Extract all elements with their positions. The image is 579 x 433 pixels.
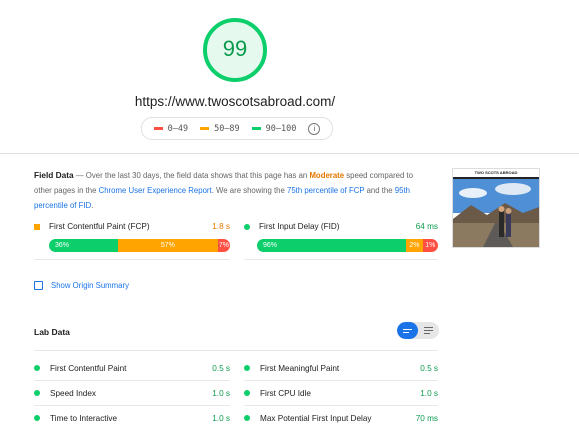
fcp-average-segment: 57% bbox=[118, 239, 218, 252]
lab-metric-value: 1.0 s bbox=[420, 388, 438, 398]
thumbnail-photo bbox=[453, 179, 539, 247]
origin-summary-label: Show Origin Summary bbox=[51, 281, 129, 290]
fid-good-segment: 96% bbox=[257, 239, 406, 252]
field-text-1: — Over the last 30 days, the field data … bbox=[73, 171, 310, 180]
legend-good: 90–100 bbox=[251, 124, 296, 134]
good-circle-icon bbox=[34, 365, 40, 371]
lab-metric-fmp: First Meaningful Paint 0.5 s bbox=[244, 356, 438, 380]
lab-metric-max-fid: Max Potential First Input Delay 70 ms bbox=[244, 406, 438, 430]
good-circle-icon bbox=[244, 415, 250, 421]
fcp-poor-segment: 7% bbox=[217, 239, 230, 252]
checkbox-icon[interactable] bbox=[34, 281, 43, 290]
fid-metric-row: First Input Delay (FID) 64 ms bbox=[244, 222, 438, 231]
field-text-5: . bbox=[91, 201, 94, 210]
average-square-icon bbox=[34, 223, 40, 230]
good-circle-icon bbox=[244, 365, 250, 371]
fcp-row-divider bbox=[34, 259, 230, 260]
fid-row-divider bbox=[244, 259, 438, 260]
good-circle-icon bbox=[34, 415, 40, 421]
lab-metric-speed-index: Speed Index 1.0 s bbox=[34, 381, 230, 405]
lab-top-divider bbox=[34, 350, 438, 351]
fcp-distribution-bar: 36% 57% 7% bbox=[49, 239, 230, 252]
good-circle-icon bbox=[34, 390, 40, 396]
fid-poor-segment: 1% bbox=[422, 239, 438, 252]
field-text-3: . We are showing the bbox=[211, 186, 287, 195]
good-circle-icon bbox=[244, 390, 250, 396]
fid-average-segment: 2% bbox=[405, 239, 423, 252]
page-url: https://www.twoscotsabroad.com/ bbox=[134, 94, 336, 109]
show-origin-summary[interactable]: Show Origin Summary bbox=[34, 281, 129, 290]
lab-left-column: First Contentful Paint 0.5 s Speed Index 1… bbox=[34, 356, 230, 430]
legend-average: 50–89 bbox=[200, 124, 240, 134]
legend-poor: 0–49 bbox=[153, 124, 188, 134]
fcp-metric-row: First Contentful Paint (FCP) 1.8 s bbox=[34, 222, 230, 231]
lab-metric-value: 1.0 s bbox=[212, 388, 230, 398]
good-circle-icon bbox=[244, 223, 250, 230]
lab-metric-value: 0.5 s bbox=[212, 363, 230, 373]
lab-metric-tti: Time to Interactive 1.0 s bbox=[34, 406, 230, 430]
lab-metric-name: First CPU Idle bbox=[260, 388, 311, 398]
lab-metric-name: Speed Index bbox=[50, 388, 96, 398]
fcp-percentile-link[interactable]: 75th percentile of FCP bbox=[287, 186, 364, 195]
compact-view-icon[interactable] bbox=[418, 322, 439, 339]
fid-metric-value: 64 ms bbox=[415, 222, 438, 231]
lab-metric-value: 1.0 s bbox=[212, 413, 230, 423]
fcp-metric-value: 1.8 s bbox=[212, 222, 230, 231]
info-icon[interactable]: i bbox=[308, 122, 321, 135]
fcp-metric-name: First Contentful Paint (FCP) bbox=[49, 222, 150, 231]
fid-metric-name: First Input Delay (FID) bbox=[259, 222, 340, 231]
page-screenshot-thumbnail: TWO SCOTS ABROAD bbox=[452, 168, 540, 248]
lab-right-column: First Meaningful Paint 0.5 s First CPU Id… bbox=[244, 356, 438, 430]
lab-metric-value: 70 ms bbox=[415, 413, 438, 423]
field-text-4: and the bbox=[364, 186, 395, 195]
section-divider bbox=[0, 153, 579, 154]
performance-score: 99 bbox=[222, 36, 248, 61]
lab-metric-fcp: First Contentful Paint 0.5 s bbox=[34, 356, 230, 380]
list-view-icon[interactable] bbox=[397, 322, 418, 339]
lab-metric-name: First Meaningful Paint bbox=[260, 363, 340, 373]
fcp-good-segment: 36% bbox=[49, 239, 118, 252]
lab-metric-name: Max Potential First Input Delay bbox=[260, 413, 372, 423]
thumbnail-site-title: TWO SCOTS ABROAD bbox=[453, 169, 539, 177]
lab-view-toggle[interactable] bbox=[397, 322, 439, 339]
field-data-description: Field Data — Over the last 30 days, the … bbox=[34, 168, 414, 213]
moderate-label: Moderate bbox=[309, 171, 345, 180]
lab-metric-name: Time to Interactive bbox=[50, 413, 118, 423]
score-legend: 0–49 50–89 90–100 i bbox=[141, 117, 333, 140]
crux-link[interactable]: Chrome User Experience Report bbox=[99, 186, 212, 195]
lab-data-title: Lab Data bbox=[34, 327, 70, 337]
fid-distribution-bar: 96% 2% 1% bbox=[257, 239, 438, 252]
lab-metric-name: First Contentful Paint bbox=[50, 363, 127, 373]
field-data-title: Field Data bbox=[34, 170, 74, 180]
lab-metric-cpu-idle: First CPU Idle 1.0 s bbox=[244, 381, 438, 405]
lab-metric-value: 0.5 s bbox=[420, 363, 438, 373]
